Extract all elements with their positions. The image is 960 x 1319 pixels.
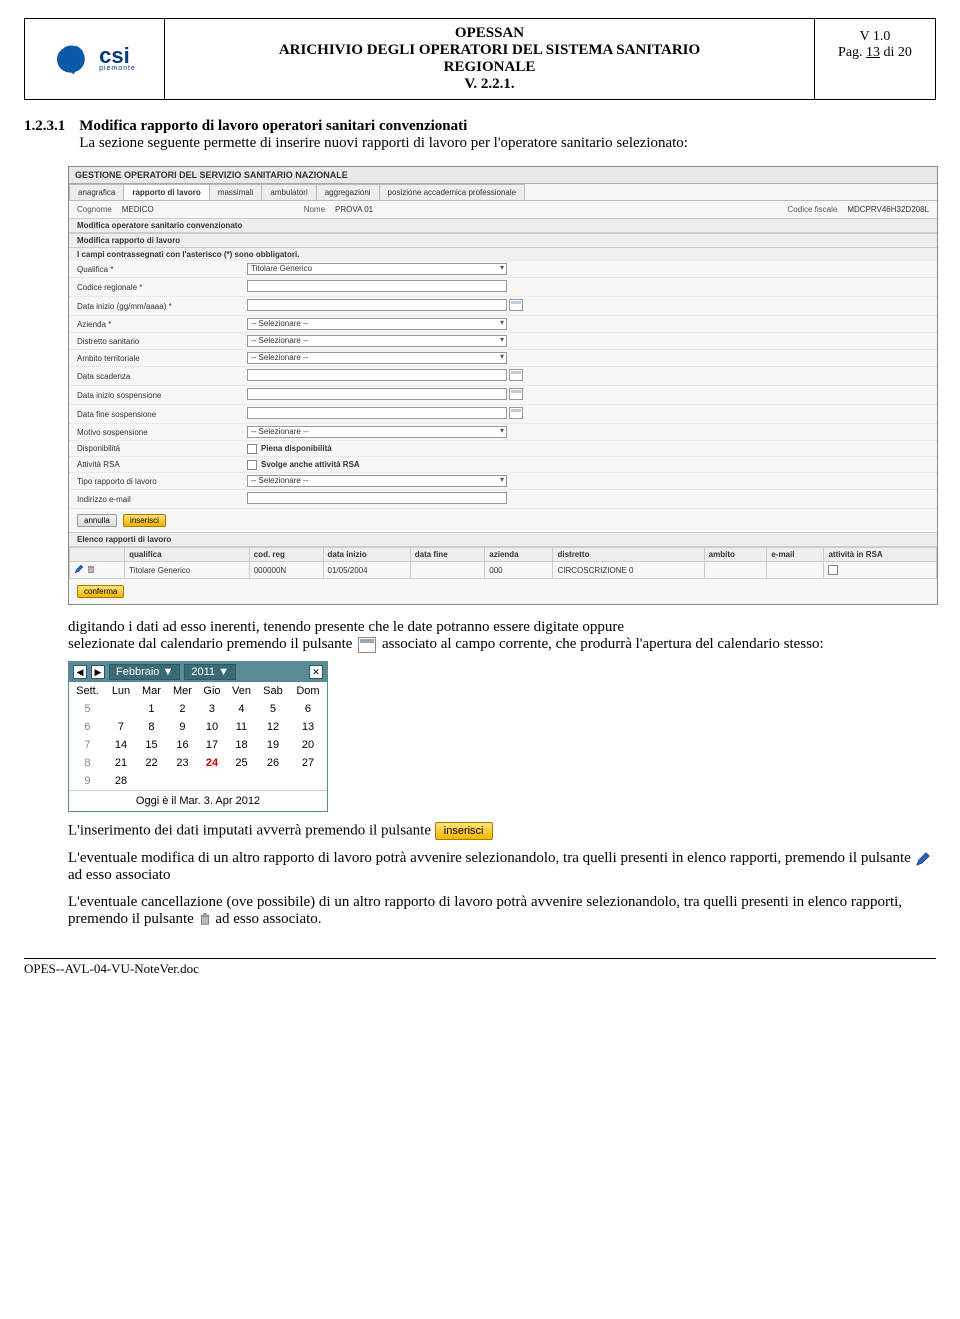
header-version: V 1.0 <box>819 29 931 45</box>
section-number: 1.2.3.1 <box>24 118 65 152</box>
header-version-block: V 1.0 Pag. 13 di 20 <box>815 19 935 99</box>
logo-subtext: piemonte <box>99 65 136 72</box>
calendar-footer[interactable]: Oggi è il Mar. 3. Apr 2012 <box>69 790 327 811</box>
calendar-widget: ◀ ▶ Febbraio ▼ 2011 ▼ ✕ Sett. Lun Mar Me… <box>68 661 328 812</box>
header-title-block: OPESSAN ARICHIVIO DEGLI OPERATORI DEL SI… <box>165 19 815 99</box>
cal-month-select[interactable]: Febbraio ▼ <box>109 664 180 680</box>
para-digitando: digitando i dati ad esso inerenti, tenen… <box>68 619 936 653</box>
table-row[interactable]: Titolare Generico 000000N 01/05/2004 000… <box>70 562 937 579</box>
qualifica-select[interactable]: Titolare Generico <box>247 263 507 275</box>
calendar-header: ◀ ▶ Febbraio ▼ 2011 ▼ ✕ <box>69 662 327 682</box>
ss-frame-title: GESTIONE OPERATORI DEL SERVIZIO SANITARI… <box>69 167 937 184</box>
ss-elenco-title: Elenco rapporti di lavoro <box>69 532 937 547</box>
data-inizio-sosp-input[interactable] <box>247 388 507 400</box>
data-fine-sosp-input[interactable] <box>247 407 507 419</box>
ss-id-row: CognomeMEDICO NomePROVA 01 Codice fiscal… <box>69 201 937 218</box>
distretto-select[interactable]: -- Selezionare -- <box>247 335 507 347</box>
tab-aggregazioni[interactable]: aggregazioni <box>316 184 380 200</box>
csi-logo: csi piemonte <box>53 44 136 74</box>
logo-mark-icon <box>53 44 95 74</box>
delete-icon[interactable] <box>86 564 96 574</box>
para-modifica: L'eventuale modifica di un altro rapport… <box>68 850 936 884</box>
calendar-icon[interactable] <box>509 299 523 311</box>
ss-sub2: Modifica rapporto di lavoro <box>69 233 937 248</box>
disponibilita-check[interactable] <box>247 444 257 454</box>
codice-regionale-input[interactable] <box>247 280 507 292</box>
cal-next-icon[interactable]: ▶ <box>91 665 105 679</box>
ss-tabs: anagrafica rapporto di lavoro massimali … <box>69 184 937 201</box>
pencil-icon <box>915 851 931 867</box>
rsa-check[interactable] <box>247 460 257 470</box>
header-line2: ARICHIVIO DEGLI OPERATORI DEL SISTEMA SA… <box>169 42 810 59</box>
calendar-icon[interactable] <box>509 369 523 381</box>
email-input[interactable] <box>247 492 507 504</box>
para-cancellazione: L'eventuale cancellazione (ove possibile… <box>68 894 936 928</box>
conferma-button[interactable]: conferma <box>77 585 124 598</box>
form-screenshot: GESTIONE OPERATORI DEL SERVIZIO SANITARI… <box>68 166 938 605</box>
section-heading: 1.2.3.1 Modifica rapporto di lavoro oper… <box>24 118 936 152</box>
header-line3: REGIONALE <box>169 59 810 76</box>
para-inserimento: L'inserimento dei dati imputati avverrà … <box>68 822 936 840</box>
ambito-select[interactable]: -- Selezionare -- <box>247 352 507 364</box>
inserisci-button[interactable]: inserisci <box>123 514 166 527</box>
edit-icon[interactable] <box>74 564 84 574</box>
cal-year-select[interactable]: 2011 ▼ <box>184 664 236 680</box>
page-footer: OPES--AVL-04-VU-NoteVer.doc <box>24 958 936 977</box>
azienda-select[interactable]: -- Selezionare -- <box>247 318 507 330</box>
motivo-sosp-select[interactable]: -- Selezionare -- <box>247 426 507 438</box>
annulla-button[interactable]: annulla <box>77 514 117 527</box>
section-intro: La sezione seguente permette di inserire… <box>79 135 936 152</box>
logo-cell: csi piemonte <box>25 19 165 99</box>
rapporti-table: qualifica cod. reg data inizio data fine… <box>69 547 937 579</box>
cal-prev-icon[interactable]: ◀ <box>73 665 87 679</box>
ss-mandatory-note: I campi contrassegnati con l'asterisco (… <box>69 248 937 261</box>
header-line1: OPESSAN <box>169 25 810 42</box>
section-title: Modifica rapporto di lavoro operatori sa… <box>79 118 936 135</box>
data-inizio-input[interactable] <box>247 299 507 311</box>
header-pagination: Pag. 13 di 20 <box>819 45 931 61</box>
header-line4: V. 2.2.1. <box>169 76 810 93</box>
tipo-rapporto-select[interactable]: -- Selezionare -- <box>247 475 507 487</box>
rsa-row-check[interactable] <box>828 565 838 575</box>
data-scadenza-input[interactable] <box>247 369 507 381</box>
footer-doc-name: OPES--AVL-04-VU-NoteVer.doc <box>24 961 199 976</box>
cal-close-icon[interactable]: ✕ <box>309 665 323 679</box>
ss-sub1: Modifica operatore sanitario convenziona… <box>69 218 937 233</box>
tab-rapporto-lavoro[interactable]: rapporto di lavoro <box>123 184 209 200</box>
calendar-icon[interactable] <box>509 388 523 400</box>
page-header: csi piemonte OPESSAN ARICHIVIO DEGLI OPE… <box>24 18 936 100</box>
calendar-icon <box>358 637 376 653</box>
tab-ambulatori[interactable]: ambulatori <box>261 184 316 200</box>
trash-icon <box>198 912 212 928</box>
inserisci-button-inline: inserisci <box>435 822 493 840</box>
tab-posizione[interactable]: posizione accademica professionale <box>379 184 526 200</box>
calendar-icon[interactable] <box>509 407 523 419</box>
logo-text: csi <box>99 46 136 66</box>
tab-massimali[interactable]: massimali <box>209 184 263 200</box>
tab-anagrafica[interactable]: anagrafica <box>69 184 124 200</box>
calendar-grid: Sett. Lun Mar Mer Gio Ven Sab Dom 512345… <box>69 682 327 790</box>
